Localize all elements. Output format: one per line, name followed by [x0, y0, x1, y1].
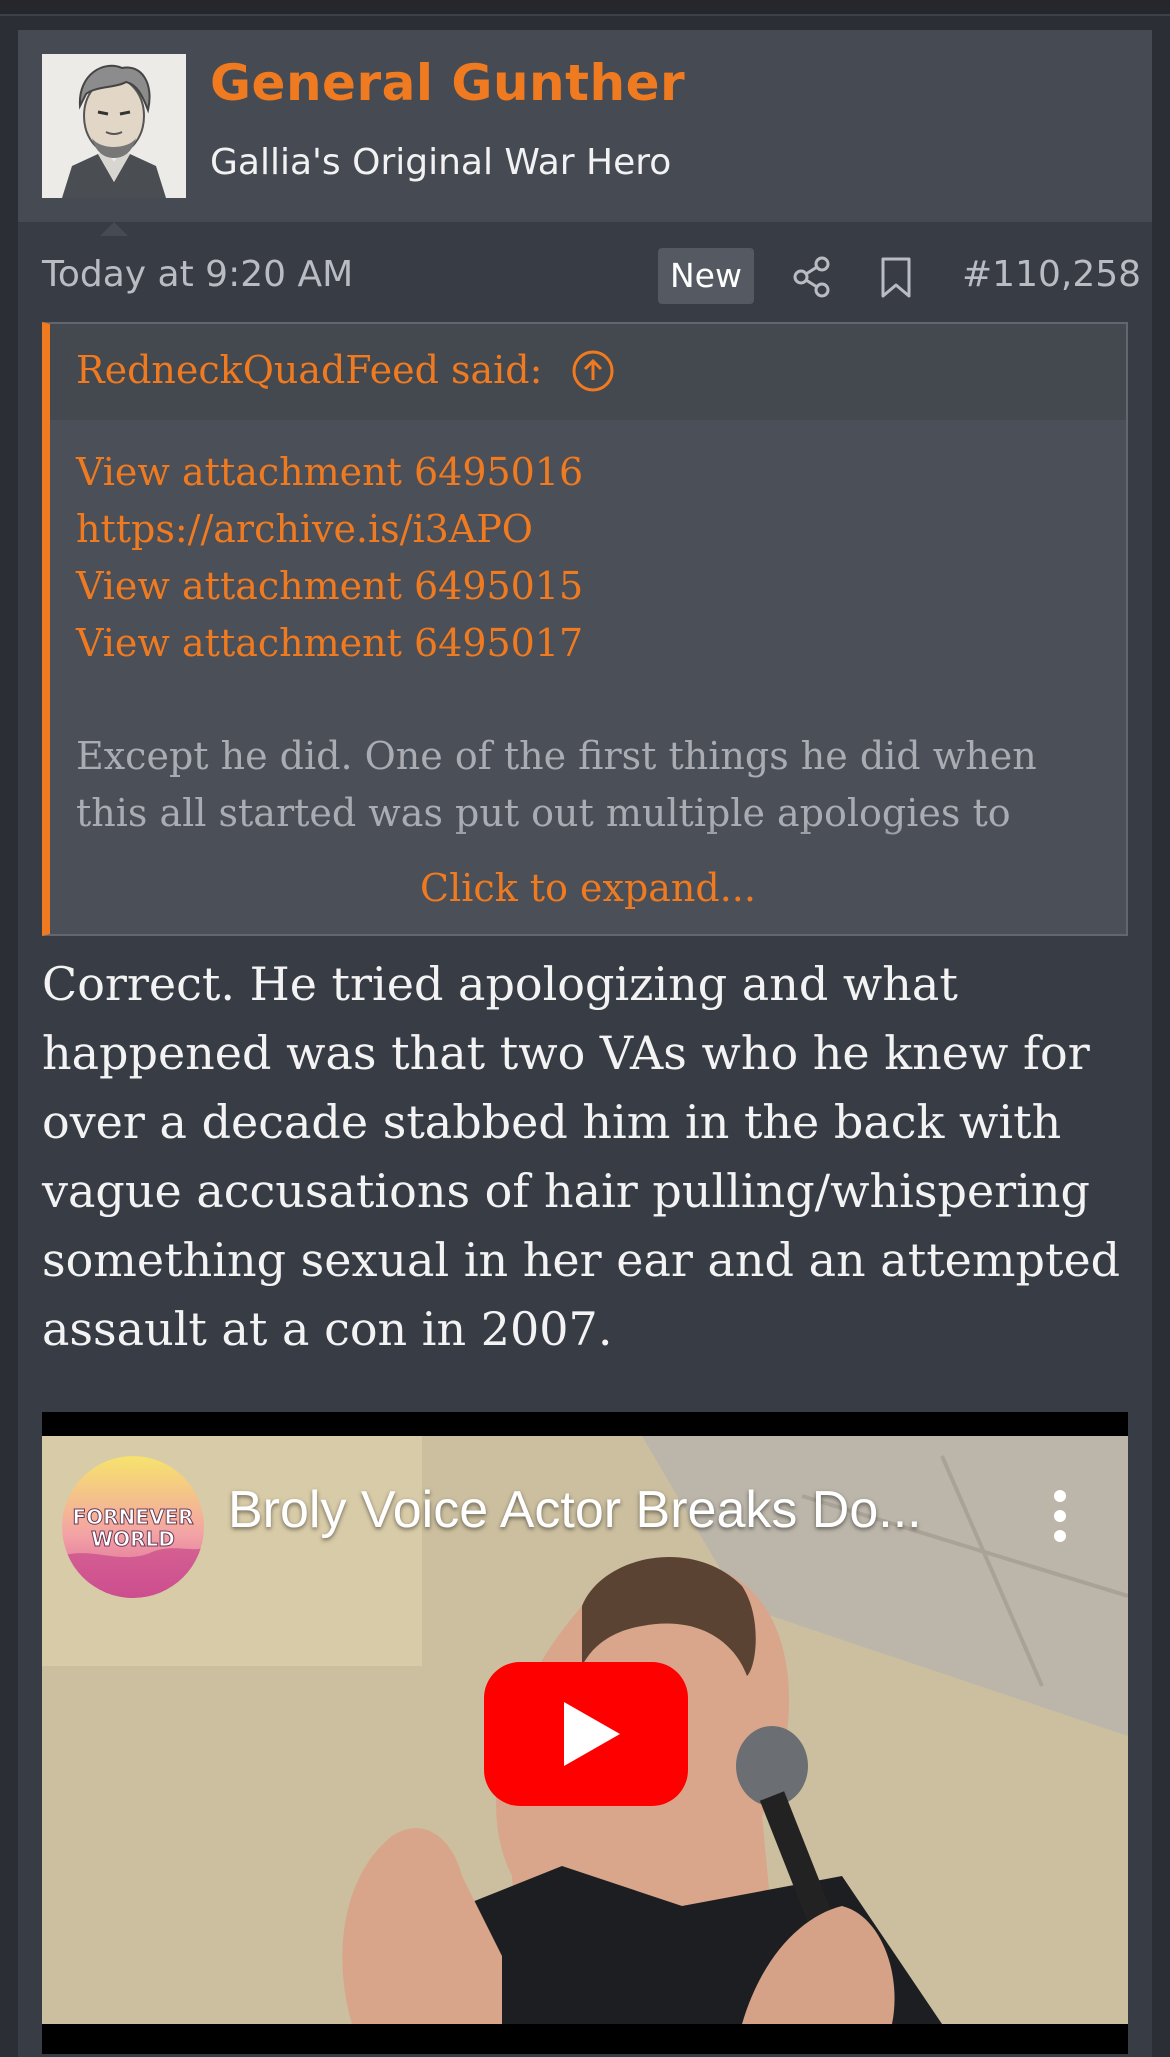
avatar-caret — [100, 222, 128, 236]
video-thumbnail[interactable]: FORNEVER WORLD Broly Voice Actor Breaks … — [42, 1436, 1128, 2024]
user-title: Gallia's Original War Hero — [210, 142, 672, 183]
attachment-link[interactable]: View attachment 6495017 — [76, 615, 1096, 672]
share-icon[interactable] — [792, 256, 832, 298]
forum-post: General Gunther Gallia's Original War He… — [18, 30, 1152, 2057]
quote-author[interactable]: RedneckQuadFeed said: — [76, 348, 542, 392]
quote-header: RedneckQuadFeed said: — [50, 324, 1126, 420]
quote-block: RedneckQuadFeed said: View attachment 64… — [42, 322, 1128, 936]
attachment-link[interactable]: View attachment 6495016 — [76, 444, 1096, 501]
post-message: Correct. He tried apologizing and what h… — [42, 957, 1121, 1356]
top-bar — [0, 0, 1170, 16]
expand-quote-link[interactable]: Click to expand... — [50, 866, 1126, 910]
username[interactable]: General Gunther — [210, 54, 685, 112]
play-icon[interactable] — [484, 1662, 688, 1806]
more-vertical-icon[interactable] — [1042, 1486, 1078, 1546]
attachment-link[interactable]: View attachment 6495015 — [76, 558, 1096, 615]
user-avatar[interactable] — [42, 54, 186, 198]
bookmark-icon[interactable] — [878, 256, 914, 300]
new-badge: New — [658, 248, 754, 304]
channel-avatar[interactable]: FORNEVER WORLD — [62, 1456, 204, 1598]
arrow-up-circle-icon[interactable] — [570, 348, 616, 394]
channel-logo-text: FORNEVER — [72, 1505, 193, 1529]
quote-body: View attachment 6495016 https://archive.… — [76, 444, 1096, 842]
youtube-embed[interactable]: FORNEVER WORLD Broly Voice Actor Breaks … — [42, 1412, 1128, 2054]
user-header: General Gunther Gallia's Original War He… — [18, 30, 1152, 222]
channel-logo-text: WORLD — [91, 1527, 175, 1551]
post-timestamp[interactable]: Today at 9:20 AM — [42, 254, 353, 295]
post-meta: Today at 9:20 AM New #110,258 — [18, 236, 1152, 326]
post-number-link[interactable]: #110,258 — [962, 254, 1141, 295]
archive-link[interactable]: https://archive.is/i3APO — [76, 501, 1096, 558]
video-title[interactable]: Broly Voice Actor Breaks Do... — [228, 1480, 922, 1540]
